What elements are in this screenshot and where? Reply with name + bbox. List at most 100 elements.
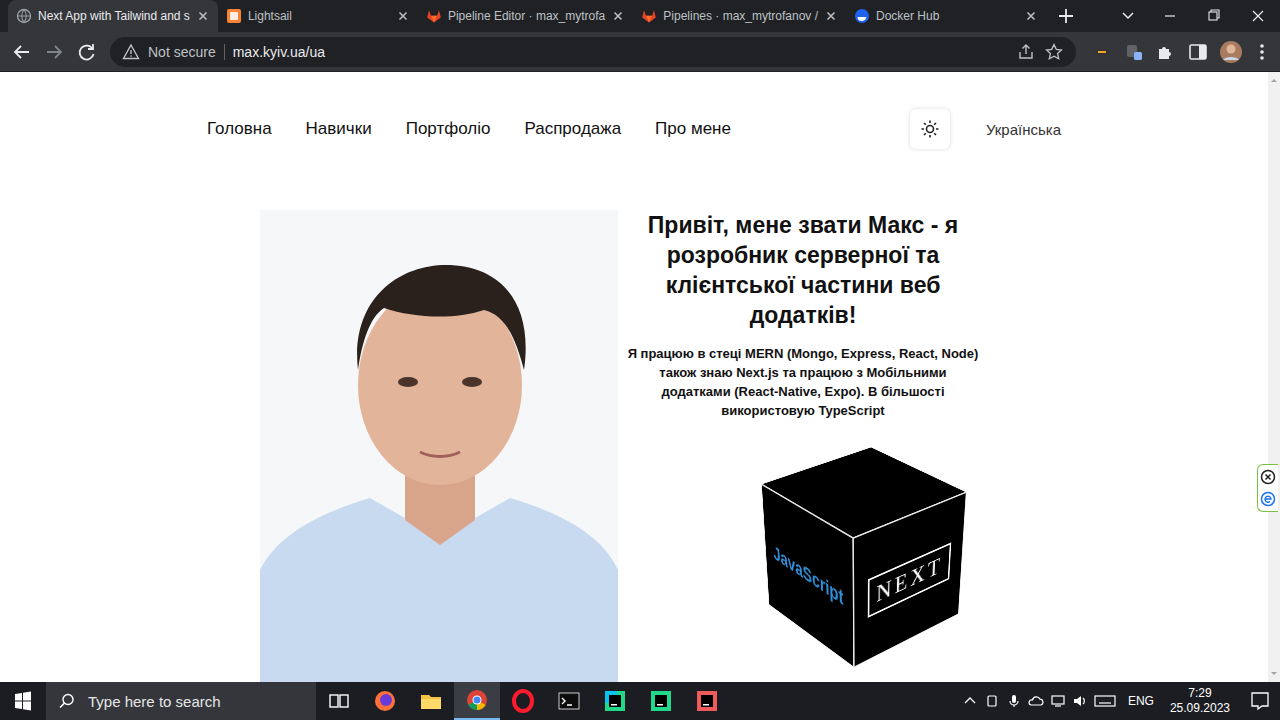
tech-cube[interactable]: NEXT JavaScript [743, 426, 983, 676]
taskbar-apps [316, 682, 730, 720]
language-selector[interactable]: Українська [986, 121, 1061, 138]
close-icon[interactable] [611, 9, 625, 23]
window-controls [1108, 0, 1280, 32]
browser-tab[interactable]: Next App with Tailwind and s [8, 0, 218, 32]
task-view-icon [327, 689, 351, 713]
input-language[interactable]: ENG [1122, 694, 1160, 708]
tab-label: Next App with Tailwind and s [38, 9, 190, 23]
explorer-icon [419, 689, 443, 713]
nav-link[interactable]: Портфоліо [406, 119, 491, 139]
scroll-down-icon[interactable] [1268, 668, 1280, 680]
usb-icon[interactable] [984, 693, 1000, 709]
share-icon[interactable] [1016, 42, 1036, 62]
scrollbar[interactable] [1268, 72, 1280, 682]
menu-dots-icon[interactable] [1252, 40, 1272, 64]
site-header: Головна Навички Портфоліо Распродажа Про мен… [207, 72, 1061, 149]
scroll-thumb[interactable] [1270, 88, 1278, 666]
taskbar-app[interactable] [546, 682, 592, 720]
reload-icon[interactable] [72, 38, 100, 66]
search-icon [58, 692, 76, 710]
aws-favicon-icon [226, 8, 242, 24]
toolbar-actions [1080, 39, 1272, 65]
restore-icon[interactable] [1192, 0, 1236, 32]
theme-toggle-button[interactable] [910, 109, 950, 149]
extension-icon[interactable] [1090, 40, 1114, 64]
extension-circle-icon[interactable] [1260, 491, 1276, 507]
close-circle-icon[interactable] [1260, 469, 1276, 485]
hero-text: Я працюю в стеці MERN (Mongo, Express, R… [623, 344, 983, 420]
profile-photo [260, 210, 618, 682]
onedrive-icon[interactable] [1028, 693, 1044, 709]
close-window-icon[interactable] [1236, 0, 1280, 32]
gitlab-favicon-icon [641, 8, 657, 24]
bookmark-star-icon[interactable] [1044, 42, 1064, 62]
close-icon[interactable] [824, 9, 838, 23]
browser-tab[interactable]: Pipelines · max_mytrofanov / [633, 0, 846, 32]
close-icon[interactable] [1024, 9, 1038, 23]
extension-badge-icon[interactable] [1122, 40, 1146, 64]
side-widget[interactable] [1257, 464, 1278, 512]
cube: NEXT JavaScript [805, 468, 917, 634]
new-tab-plus-icon[interactable] [1052, 2, 1080, 30]
tab-strip: Next App with Tailwind and s Lightsail P… [0, 0, 1280, 32]
side-panel-icon[interactable] [1186, 40, 1210, 64]
search-placeholder: Type here to search [88, 693, 221, 710]
browser-tab[interactable]: Pipeline Editor · max_mytrofa [418, 0, 633, 32]
forward-arrow-icon[interactable] [40, 38, 68, 66]
taskbar-app[interactable] [500, 682, 546, 720]
clock-date: 25.09.2023 [1170, 701, 1230, 716]
taskbar-app[interactable] [408, 682, 454, 720]
webstorm-icon [603, 689, 627, 713]
scroll-up-icon[interactable] [1268, 74, 1280, 86]
network-icon[interactable] [1050, 693, 1066, 709]
taskbar-app[interactable] [638, 682, 684, 720]
page-content: Головна Навички Портфоліо Распродажа Про мен… [0, 72, 1268, 682]
chrome-icon [465, 688, 489, 712]
windows-start-icon[interactable] [0, 682, 46, 720]
hero-title: Привіт, мене звати Макс - я розробник се… [638, 210, 968, 330]
tab-label: Pipeline Editor · max_mytrofa [448, 9, 605, 23]
back-arrow-icon[interactable] [8, 38, 36, 66]
nav-link[interactable]: Про мене [655, 119, 731, 139]
gitlab-favicon-icon [426, 8, 442, 24]
taskbar-app[interactable] [592, 682, 638, 720]
browser-tab[interactable]: Lightsail [218, 0, 418, 32]
taskbar-app[interactable] [362, 682, 408, 720]
microphone-icon[interactable] [1006, 693, 1022, 709]
clock[interactable]: 7:29 25.09.2023 [1166, 686, 1234, 716]
divider [224, 44, 225, 60]
clock-time: 7:29 [1188, 686, 1211, 701]
address-bar[interactable]: Not secure max.kyiv.ua/ua [110, 37, 1076, 67]
screen: Next App with Tailwind and s Lightsail P… [0, 0, 1280, 720]
taskbar-search[interactable]: Type here to search [46, 682, 316, 720]
show-hidden-chevron-icon[interactable] [962, 693, 978, 709]
taskbar-app[interactable] [454, 682, 500, 720]
close-icon[interactable] [396, 9, 410, 23]
tab-list: Next App with Tailwind and s Lightsail P… [0, 0, 1108, 32]
cube-label: NEXT [868, 542, 951, 617]
browser-tab[interactable]: Docker Hub [846, 0, 1046, 32]
page-favicon-icon [16, 8, 32, 24]
pycharm-icon [649, 689, 673, 713]
minimize-icon[interactable] [1148, 0, 1192, 32]
keyboard-icon[interactable] [1094, 693, 1116, 709]
profile-avatar-icon[interactable] [1218, 39, 1244, 65]
taskbar-app[interactable] [684, 682, 730, 720]
intro-column: Привіт, мене звати Макс - я розробник се… [618, 210, 988, 682]
nav-link[interactable]: Головна [207, 119, 272, 139]
notifications-icon[interactable] [1240, 682, 1280, 720]
web-page: Головна Навички Портфоліо Распродажа Про мен… [0, 72, 1280, 682]
nav-menu: Головна Навички Портфоліо Распродажа Про мен… [207, 119, 731, 139]
docker-favicon-icon [854, 8, 870, 24]
portrait-photo-icon [260, 210, 618, 682]
nav-link[interactable]: Распродажа [524, 119, 621, 139]
nav-link[interactable]: Навички [306, 119, 372, 139]
close-icon[interactable] [196, 9, 210, 23]
volume-icon[interactable] [1072, 693, 1088, 709]
taskbar-app[interactable] [316, 682, 362, 720]
hero-section: Привіт, мене звати Макс - я розробник се… [0, 210, 1268, 682]
opera-icon [511, 689, 535, 713]
system-tray: ENG 7:29 25.09.2023 [962, 682, 1280, 720]
puzzle-icon[interactable] [1154, 40, 1178, 64]
tab-search-chevron-icon[interactable] [1108, 0, 1148, 32]
